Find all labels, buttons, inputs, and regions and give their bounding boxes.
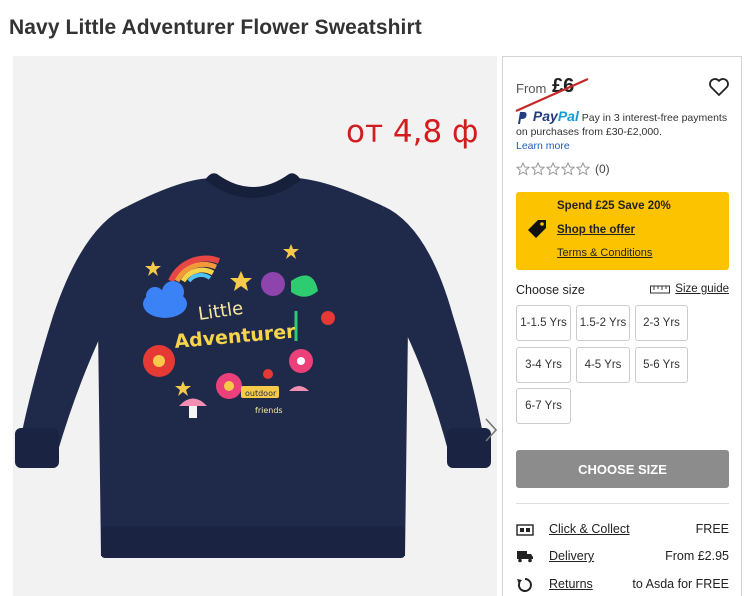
learn-more-link[interactable]: Learn more <box>516 140 570 152</box>
paypal-icon <box>518 112 527 125</box>
size-option-5-6[interactable]: 5-6 Yrs <box>635 347 688 383</box>
delivery-value: From £2.95 <box>665 549 729 563</box>
delivery-row-returns: Returns to Asda for FREE <box>516 575 729 595</box>
delivery-row-click-collect: Click & Collect FREE <box>516 520 729 540</box>
price-annotation: от 4,8 ф <box>346 114 479 150</box>
paypal-logo: PayPal <box>532 108 579 124</box>
returns-link[interactable]: Returns <box>549 577 593 591</box>
size-option-6-7[interactable]: 6-7 Yrs <box>516 388 571 424</box>
choose-size-label: Choose size <box>516 283 585 297</box>
divider <box>516 503 729 504</box>
shop-offer-link[interactable]: Shop the offer <box>557 224 635 236</box>
truck-icon <box>517 551 533 563</box>
promo-banner: Spend £25 Save 20% Shop the offer Terms … <box>516 192 729 270</box>
size-option-1-5-2[interactable]: 1.5-2 Yrs <box>576 305 630 341</box>
star-icon <box>576 162 590 176</box>
store-icon <box>516 524 534 536</box>
star-icon <box>546 162 560 176</box>
ruler-icon <box>650 285 671 294</box>
star-icon <box>561 162 575 176</box>
price-tag-icon <box>528 220 546 238</box>
star-icon <box>531 162 545 176</box>
choose-size-button[interactable]: CHOOSE SIZE <box>516 450 729 488</box>
returns-value: to Asda for FREE <box>632 577 729 591</box>
artwork-text-outdoor: outdoor <box>245 389 277 398</box>
artwork-text-friends: friends <box>255 406 283 415</box>
size-option-3-4[interactable]: 3-4 Yrs <box>516 347 571 383</box>
price-row: From £6 <box>515 75 731 113</box>
terms-link[interactable]: Terms & Conditions <box>557 247 652 259</box>
size-guide-link[interactable]: Size guide <box>650 283 729 295</box>
size-option-4-5[interactable]: 4-5 Yrs <box>576 347 630 383</box>
size-option-2-3[interactable]: 2-3 Yrs <box>635 305 688 341</box>
promo-headline: Spend £25 Save 20% <box>557 200 671 212</box>
rating[interactable]: (0) <box>516 160 610 178</box>
size-option-1-1-5[interactable]: 1-1.5 Yrs <box>516 305 571 341</box>
click-collect-link[interactable]: Click & Collect <box>549 522 630 536</box>
next-image-arrow-icon[interactable] <box>483 416 499 444</box>
product-info-panel: From £6 PayPal Pay in 3 interest-free pa… <box>502 56 742 596</box>
delivery-row-delivery: Delivery From £2.95 <box>516 547 729 567</box>
rating-count: (0) <box>595 162 610 176</box>
size-header: Choose size Size guide <box>516 281 729 299</box>
page-title: Navy Little Adventurer Flower Sweatshirt <box>9 16 422 39</box>
product-gallery: Little Adventurer outdoor friends от 4,8… <box>13 56 499 596</box>
star-icon <box>516 162 530 176</box>
delivery-link[interactable]: Delivery <box>549 549 594 563</box>
returns-icon <box>517 578 532 592</box>
paypal-info: PayPal Pay in 3 interest-free payments o… <box>516 109 738 153</box>
click-collect-value: FREE <box>695 522 729 536</box>
heart-icon[interactable] <box>707 75 731 99</box>
